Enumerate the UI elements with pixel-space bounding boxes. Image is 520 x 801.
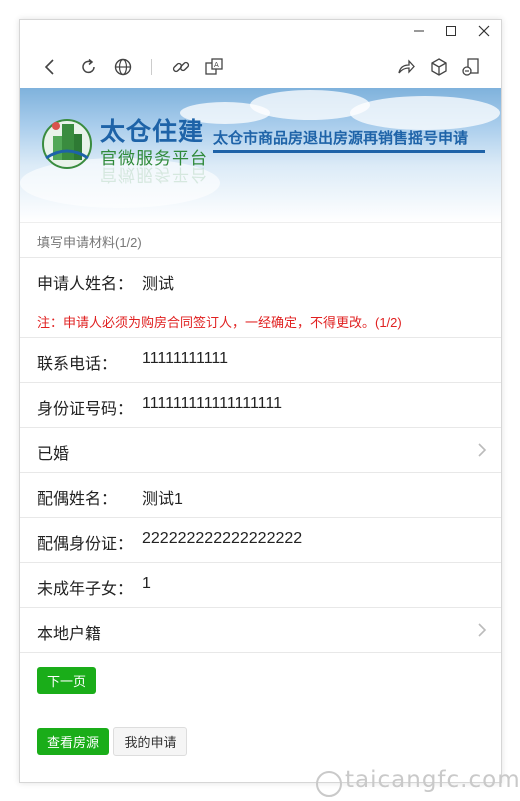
phone-row: 联系电话： 11111111111 [20,338,501,383]
pin-window-icon[interactable] [461,57,481,77]
title-underline [213,150,485,153]
applicant-name-row: 申请人姓名： 测试 [20,258,501,302]
brand-logo [40,114,94,174]
chevron-right-icon [477,623,487,637]
close-icon[interactable] [474,24,494,42]
applicant-name-value[interactable]: 测试 [142,270,174,294]
next-area: 下一页 [20,653,501,707]
toolbar-separator [151,59,152,75]
section-title: 填写申请材料(1/2) [20,222,501,258]
minor-children-row: 未成年子女： 1 [20,563,501,608]
household-value: 本地户籍 [37,626,102,643]
spouse-id-value[interactable]: 222222222222222222 [142,530,302,548]
watermark-logo [316,771,342,797]
chevron-right-icon [477,443,487,457]
my-applications-button[interactable]: 我的申请 [113,727,188,756]
id-number-label: 身份证号码： [37,401,134,418]
minimize-icon[interactable] [409,24,429,42]
spouse-id-label: 配偶身份证： [37,536,134,553]
back-icon[interactable] [40,57,60,77]
spouse-name-value[interactable]: 测试1 [142,485,183,509]
watermark-text: taicangfc.com [345,767,520,793]
cube-icon[interactable] [429,57,449,77]
next-page-button[interactable]: 下一页 [37,667,97,694]
minor-children-label: 未成年子女： [37,581,134,598]
applicant-name-label: 申请人姓名： [37,276,134,293]
view-listings-button[interactable]: 查看房源 [37,728,110,755]
translate-icon[interactable]: A [204,57,224,77]
maximize-icon[interactable] [441,24,461,42]
phone-value[interactable]: 11111111111 [142,350,228,368]
household-select[interactable]: 本地户籍 [20,608,501,653]
applicant-note: 注：申请人必须为购房合同签订人，一经确定，不得更改。(1/2) [20,302,501,338]
header-banner: 太仓住建 官微服务平台 官微服务平台 太仓市商品房退出房源再销售摇号申请 [20,88,501,222]
title-bar [20,20,501,46]
share-icon[interactable] [396,57,416,77]
bottom-actions: 查看房源 我的申请 [20,707,501,756]
brand-subtitle-reflection: 官微服务平台 [100,165,208,184]
toolbar: A [20,46,501,88]
app-window: A 太仓住建 官微服务平台 官微服务平台 太仓市商品房退出房源再销售摇号申请 填… [19,19,502,783]
id-number-value[interactable]: 111111111111111111 [142,395,282,413]
id-number-row: 身份证号码： 111111111111111111 [20,383,501,428]
phone-label: 联系电话： [37,356,118,373]
svg-text:A: A [214,61,219,69]
page-title: 太仓市商品房退出房源再销售摇号申请 [213,130,469,147]
marital-status-value: 已婚 [37,446,70,463]
spouse-id-row: 配偶身份证： 222222222222222222 [20,518,501,563]
globe-icon[interactable] [113,57,133,77]
minor-children-value[interactable]: 1 [142,575,151,593]
link-icon[interactable] [171,57,191,77]
spouse-name-row: 配偶姓名： 测试1 [20,473,501,518]
marital-status-select[interactable]: 已婚 [20,428,501,473]
refresh-icon[interactable] [79,57,99,77]
brand-title: 太仓住建 [100,118,205,146]
spouse-name-label: 配偶姓名： [37,491,118,508]
